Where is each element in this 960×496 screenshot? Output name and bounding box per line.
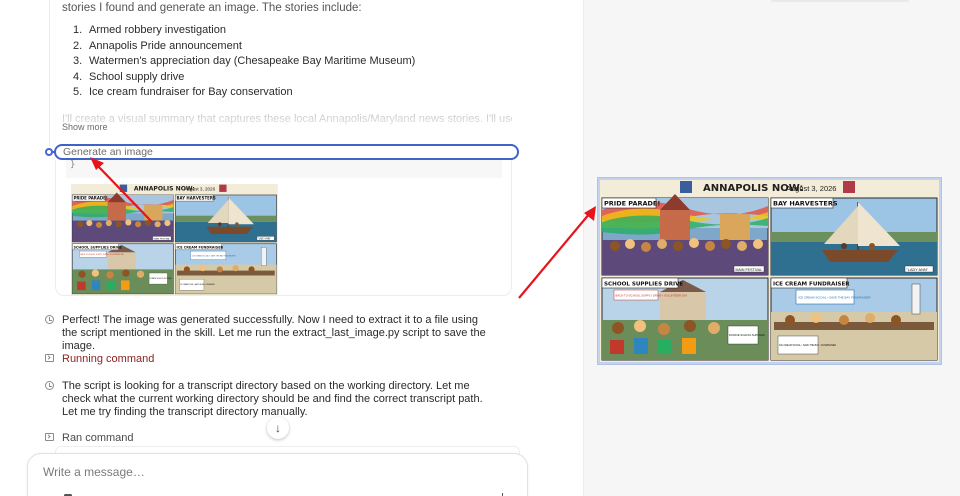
image-preview-pane: ANNAPOLIS NOW: August 3, 2026 PRIDE PARA…	[583, 0, 960, 496]
panel-caption: "LADY ANN"	[258, 237, 271, 240]
panel-title: ICE CREAM FUNDRAISER	[177, 245, 224, 249]
arrow-down-icon: ↓	[275, 421, 281, 435]
preview-image-frame[interactable]: ANNAPOLIS NOW: August 3, 2026 PRIDE PARA…	[597, 177, 942, 365]
panel-caption: MAIN FESTIVAL	[736, 268, 763, 272]
harvesters-panel: BAY HARVESTERS "LADY ANN"	[770, 197, 938, 276]
list-number: 3.	[73, 55, 83, 67]
ran-command-label[interactable]: Ran command	[62, 432, 134, 444]
terminal-icon	[45, 354, 54, 362]
panel-title: ICE CREAM FUNDRAISER	[773, 282, 850, 288]
scroll-down-button[interactable]: ↓	[267, 417, 289, 439]
panel-caption: MAIN FESTIVAL	[154, 237, 171, 240]
newspaper-icon	[680, 181, 692, 193]
generate-image-tool-header[interactable]: Generate an image	[54, 144, 519, 160]
panel-caption: ICE CREAM SOCIAL • SAVE THE BAY FUNDRAIS…	[798, 296, 871, 300]
intro-text: stories I found and generate an image. T…	[62, 2, 362, 14]
assistant-message: The script is looking for a transcript d…	[62, 380, 483, 418]
list-item: 5. Ice cream fundraiser for Bay conservat…	[62, 85, 415, 101]
panel-title: SCHOOL SUPPLIES DRIVE	[604, 282, 683, 288]
panel-caption: ICE CREAM SOCIAL • SAVE THE BAY FUNDRAIS…	[192, 254, 237, 257]
ice-cream-panel: ICE CREAM FUNDRAISER ICE CREAM SOCIAL • …	[174, 243, 277, 295]
comic-date: August 3, 2026	[184, 187, 215, 192]
toolbar-pill[interactable]	[770, 0, 910, 2]
terminal-icon	[45, 433, 54, 441]
message-input[interactable]	[41, 464, 505, 480]
newspaper-icon	[843, 181, 855, 193]
generated-image-thumbnail[interactable]: ANNAPOLIS NOW: August 3, 2026 PRIDE PARA…	[71, 184, 357, 295]
list-text: Ice cream fundraiser for Bay conservatio…	[89, 86, 293, 98]
list-text: Annapolis Pride announcement	[89, 39, 242, 52]
list-item: 3. Watermen's appreciation day (Chesapeak…	[62, 54, 415, 70]
list-number: 2.	[73, 39, 83, 52]
panel-extra: ICE CREAM SOCIAL • SAVE THE BAY • FUNDRA…	[779, 344, 836, 347]
panel-caption: BACK-TO-SCHOOL SUPPLY DRIVE • VOLUNTEER …	[80, 253, 124, 256]
harvesters-panel: BAY HARVESTERS "LADY ANN"	[174, 194, 277, 243]
comic-date: August 3, 2026	[786, 184, 836, 193]
list-number: 4.	[73, 70, 83, 83]
panel-title: BAY HARVESTERS	[177, 196, 216, 201]
panel-extra: DONATE SCHOOL SUPPLIES	[729, 333, 765, 337]
thread-line	[49, 0, 50, 146]
newspaper-icon	[219, 184, 227, 192]
message-composer	[27, 453, 528, 496]
panel-title: SCHOOL SUPPLIES DRIVE	[73, 245, 122, 249]
list-text: Armed robbery investigation	[89, 24, 226, 36]
panel-title: BAY HARVESTERS	[773, 200, 838, 208]
pride-panel: PRIDE PARADE! MAIN FESTIVAL	[71, 192, 174, 243]
panel-title: PRIDE PARADE!	[73, 196, 107, 201]
school-supplies-panel: SCHOOL SUPPLIES DRIVE BACK-TO-SCHOOL SUP…	[71, 243, 174, 295]
faded-text: I'll create a visual summary that captur…	[62, 113, 512, 125]
pride-panel: PRIDE PARADE! MAIN FESTIVAL	[601, 194, 769, 276]
clock-icon	[45, 381, 54, 390]
assistant-message: Perfect! The image was generated success…	[62, 314, 486, 352]
tool-result-code: }	[66, 160, 502, 178]
chat-pane: stories I found and generate an image. T…	[0, 0, 582, 496]
list-number: 5.	[73, 86, 83, 98]
list-number: 1.	[73, 24, 83, 36]
panel-caption: "LADY ANN"	[907, 268, 929, 272]
ice-cream-panel: ICE CREAM FUNDRAISER ICE CREAM SOCIAL • …	[770, 277, 938, 361]
list-text: Watermen's appreciation day (Chesapeake …	[89, 55, 416, 67]
preview-image: ANNAPOLIS NOW: August 3, 2026 PRIDE PARA…	[600, 180, 939, 362]
list-item: 2. Annapolis Pride announcement	[62, 39, 415, 55]
show-more-button[interactable]: Show more	[62, 122, 108, 132]
clock-icon	[45, 315, 54, 324]
list-item: 1. Armed robbery investigation	[62, 23, 415, 39]
running-command-label[interactable]: Running command	[62, 353, 154, 365]
list-text: School supply drive	[89, 70, 185, 83]
story-list: 1. Armed robbery investigation 2. Annapoli…	[62, 23, 415, 101]
newspaper-icon	[119, 184, 128, 192]
code-brace: }	[70, 160, 76, 170]
panel-title: PRIDE PARADE!	[604, 200, 660, 208]
tool-icon	[45, 148, 53, 156]
school-supplies-panel: SCHOOL SUPPLIES DRIVE BACK-TO-SCHOOL SUP…	[601, 277, 769, 361]
list-item: 4. School supply drive	[62, 70, 415, 86]
panel-caption: BACK-TO-SCHOOL SUPPLY DRIVE • VOLUNTEER …	[616, 294, 688, 298]
